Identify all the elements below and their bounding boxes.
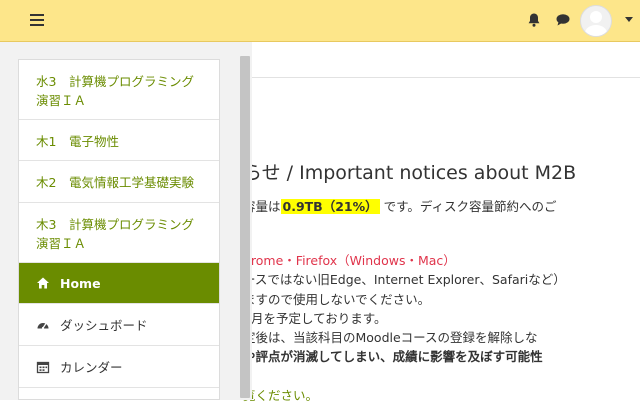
see-more-link[interactable]: 覧ください。 — [243, 385, 318, 404]
unsupported-browser-line: ースではない旧Edge、Internet Explorer、Safariなど） — [243, 272, 566, 287]
course-item-label: 木1 電子物性 — [36, 133, 119, 149]
nav-item-calendar[interactable]: カレンダー — [19, 346, 219, 388]
calendar-icon — [36, 361, 50, 373]
nav-item-dashboard[interactable]: ダッシュボード — [19, 304, 219, 346]
course-item-thu3-programming[interactable]: 木3 計算機プログラミング演習ＩＡ — [19, 203, 219, 263]
bell-icon[interactable] — [526, 12, 542, 28]
nav-item-home[interactable]: Home — [19, 263, 219, 304]
user-avatar-icon[interactable] — [580, 5, 612, 37]
course-item-thu1-electronic-properties[interactable]: 木1 電子物性 — [19, 120, 219, 161]
do-not-use-line: ますので使用しないでください。 — [243, 292, 431, 307]
nav-item-label: ダッシュボード — [60, 318, 148, 333]
nav-drawer: 水3 計算機プログラミング演習ＩＡ 木1 電子物性 木2 電気情報工学基礎実験 … — [18, 59, 220, 400]
chat-bubble-icon[interactable] — [555, 12, 571, 28]
course-item-label: 木3 計算機プログラミング演習ＩＡ — [36, 217, 194, 251]
user-menu-caret-icon[interactable] — [625, 17, 633, 22]
drawer-scrollbar-thumb[interactable] — [240, 56, 250, 398]
top-navbar — [0, 0, 640, 42]
disk-usage-suffix: です。ディスク容量節約へのご — [379, 199, 557, 214]
nav-item-label: カレンダー — [60, 360, 123, 375]
course-item-wed3-programming[interactable]: 水3 計算機プログラミング演習ＩＡ — [19, 60, 219, 120]
course-item-thu2-lab[interactable]: 木2 電気情報工学基礎実験 — [19, 161, 219, 203]
hamburger-icon[interactable] — [30, 14, 44, 26]
home-icon — [37, 277, 49, 289]
grade-warning-line: や評点が消滅してしまい、成績に影響を及ぼす可能性 — [243, 349, 543, 364]
nav-item-label: Home — [60, 275, 101, 291]
browser-notice-line: hrome・Firefox（Windows・Mac） — [243, 253, 456, 268]
dashboard-icon — [37, 322, 49, 329]
schedule-line: 9月を予定しております。 — [243, 311, 387, 326]
course-unenroll-line: 定後は、当該科目のMoodleコースの登録を解除しな — [243, 330, 538, 345]
disk-usage-line: 容量は 0.9TB（21%） です。ディスク容量節約へのご — [243, 196, 557, 215]
course-item-label: 水3 計算機プログラミング演習ＩＡ — [36, 74, 194, 108]
disk-usage-highlight: 0.9TB（21%） — [280, 199, 380, 214]
course-item-label: 木2 電気情報工学基礎実験 — [36, 175, 194, 190]
content-divider — [250, 77, 640, 78]
nav-item-next[interactable] — [19, 388, 219, 399]
notice-heading: らせ / Important notices about M2B — [243, 162, 577, 184]
